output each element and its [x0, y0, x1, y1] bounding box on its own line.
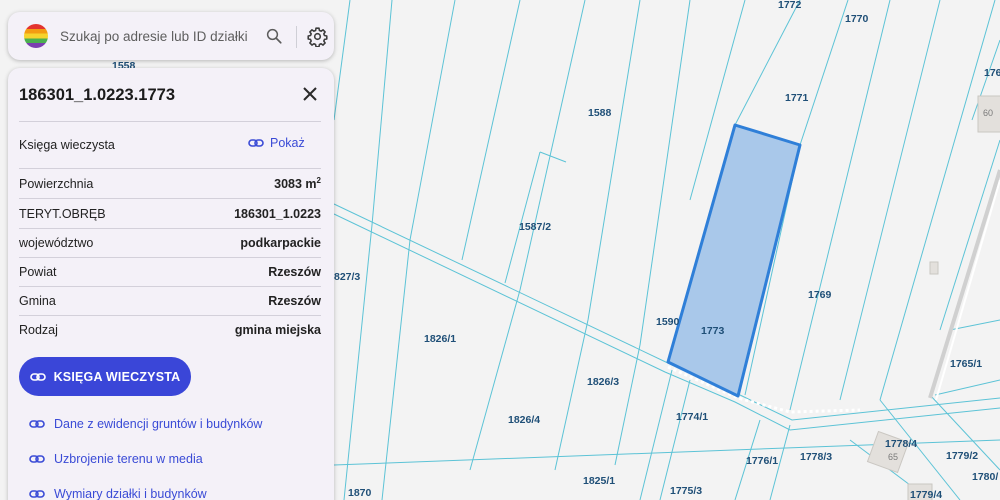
parcel-label: 827/3: [334, 271, 360, 283]
parcel-label: 1772: [778, 0, 802, 11]
land-register-label: Księga wieczysta: [19, 138, 115, 152]
search-icon[interactable]: [265, 27, 283, 45]
parcel-label: 1770: [845, 13, 869, 25]
parcel-label: 1779/4: [910, 489, 942, 500]
divider: [19, 198, 321, 199]
link-label: Uzbrojenie terenu w media: [54, 452, 203, 466]
land-register-show-link[interactable]: Pokaż: [248, 136, 305, 150]
parcel-label: 1590: [656, 316, 680, 328]
parcel-label: 1779/2: [946, 450, 978, 462]
divider: [19, 168, 321, 169]
row-label: Powiat: [19, 265, 57, 279]
divider: [19, 121, 321, 122]
house-number: 60: [983, 108, 993, 118]
parcel-info-panel: 186301_1.0223.1773 Księga wieczysta Poka…: [8, 68, 334, 500]
row-label: Gmina: [19, 294, 56, 308]
parcel-label: 1769: [808, 289, 832, 301]
row-label: Rodzaj: [19, 323, 58, 337]
row-type: Rodzaj gmina miejska: [19, 316, 321, 344]
gear-icon[interactable]: [307, 26, 328, 47]
parcel-label: 1587/2: [519, 221, 551, 233]
row-county: Powiat Rzeszów: [19, 258, 321, 286]
link-land-records[interactable]: Dane z ewidencji gruntów i budynków: [29, 417, 262, 431]
parcel-label: 1826/4: [508, 414, 540, 426]
parcel-label: 1765/1: [950, 358, 982, 370]
link-label: Wymiary działki i budynków: [54, 487, 207, 500]
row-label: województwo: [19, 236, 94, 250]
row-voivodeship: województwo podkarpackie: [19, 229, 321, 257]
row-value: 3083 m2: [274, 176, 321, 192]
land-register-button[interactable]: KSIĘGA WIECZYSTA: [19, 357, 191, 396]
parcel-label: 1870: [348, 487, 372, 499]
parcel-label: 1780/: [972, 471, 998, 483]
app-logo-icon[interactable]: [24, 24, 48, 48]
row-value: Rzeszów: [268, 294, 321, 308]
row-value: Rzeszów: [268, 265, 321, 279]
parcel-id-title: 186301_1.0223.1773: [19, 86, 175, 104]
parcel-label: 1826/3: [587, 376, 619, 388]
row-teryt: TERYT.OBRĘB 186301_1.0223: [19, 200, 321, 228]
link-utilities[interactable]: Uzbrojenie terenu w media: [29, 452, 203, 466]
parcel-label: 1826/1: [424, 333, 456, 345]
row-label: TERYT.OBRĘB: [19, 207, 106, 221]
search-bar: [8, 12, 334, 60]
link-dimensions[interactable]: Wymiary działki i budynków: [29, 487, 207, 500]
parcel-label: 1773: [701, 325, 725, 337]
parcel-label: 1776/1: [746, 455, 778, 467]
search-divider: [296, 26, 297, 48]
close-icon[interactable]: [301, 85, 319, 103]
parcel-label: 1774/1: [676, 411, 708, 423]
row-value: podkarpackie: [240, 236, 321, 250]
link-icon: [29, 455, 45, 463]
link-label: Dane z ewidencji gruntów i budynków: [54, 417, 263, 431]
row-commune: Gmina Rzeszów: [19, 287, 321, 315]
parcel-label: 1778/4: [885, 438, 917, 450]
house-number: 65: [888, 452, 898, 462]
parcel-label: 1588: [588, 107, 612, 119]
parcel-label: 1771: [785, 92, 809, 104]
search-input[interactable]: [60, 28, 250, 44]
link-icon: [29, 420, 45, 428]
row-value: 186301_1.0223: [234, 207, 321, 221]
land-register-button-label: KSIĘGA WIECZYSTA: [53, 369, 181, 384]
link-icon: [29, 372, 46, 381]
row-value: gmina miejska: [234, 323, 321, 337]
parcel-label: 1775/3: [670, 485, 702, 497]
row-area: Powierzchnia 3083 m2: [19, 170, 321, 198]
link-icon: [29, 490, 45, 498]
row-label: Powierzchnia: [19, 177, 94, 191]
land-register-show-label: Pokaż: [270, 136, 305, 150]
parcel-label: 176: [984, 67, 1000, 79]
parcel-label: 1825/1: [583, 475, 615, 487]
parcel-label: 1778/3: [800, 451, 832, 463]
link-icon: [248, 139, 264, 147]
